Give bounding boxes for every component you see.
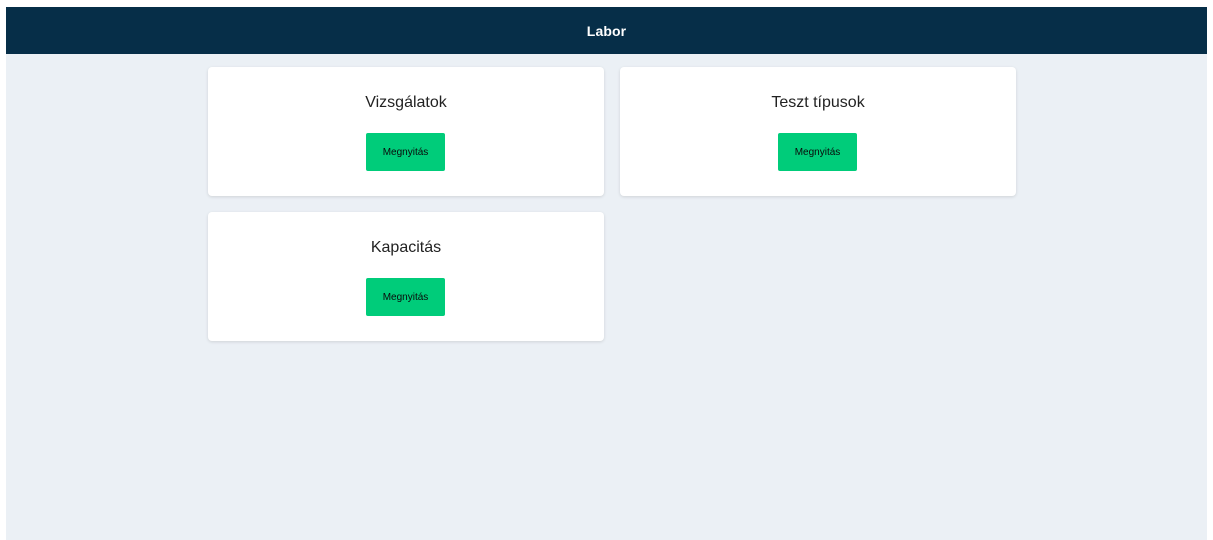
card-teszt-tipusok: Teszt típusok Megnyitás: [620, 67, 1016, 196]
card-title: Kapacitás: [370, 239, 442, 256]
card-title: Vizsgálatok: [365, 94, 447, 111]
card-title: Teszt típusok: [771, 94, 865, 111]
page-title: Labor: [586, 22, 627, 39]
app-container: Labor Vizsgálatok Megnyitás Teszt típuso…: [6, 7, 1207, 540]
open-kapacitas-button[interactable]: Megnyitás: [366, 278, 445, 316]
open-teszt-tipusok-button[interactable]: Megnyitás: [778, 133, 857, 171]
top-header: Labor: [6, 7, 1207, 54]
open-vizsgalatok-button[interactable]: Megnyitás: [366, 133, 445, 171]
card-vizsgalatok: Vizsgálatok Megnyitás: [208, 67, 604, 196]
card-kapacitas: Kapacitás Megnyitás: [208, 212, 604, 341]
